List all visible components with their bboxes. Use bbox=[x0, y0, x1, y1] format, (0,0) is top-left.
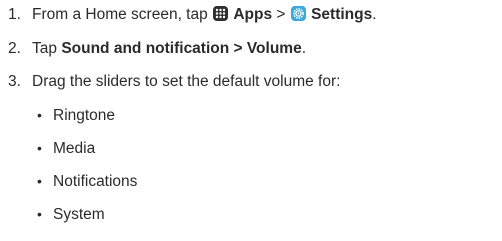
list-item: • System bbox=[37, 205, 105, 224]
step-number: 2. bbox=[8, 40, 21, 57]
list-item-label: Media bbox=[53, 140, 96, 157]
step-2: 2. Tap Sound and notification > Volume. bbox=[8, 40, 306, 58]
list-item: • Notifications bbox=[37, 172, 137, 191]
step-end: . bbox=[372, 6, 377, 23]
step-3: 3. Drag the sliders to set the default vo… bbox=[8, 73, 340, 91]
step-text: Drag the sliders to set the default volu… bbox=[32, 73, 341, 90]
bullet-icon: • bbox=[37, 206, 42, 222]
apps-grid-icon bbox=[213, 6, 229, 21]
step-text: From a Home screen, tap bbox=[32, 6, 213, 23]
list-item: • Ringtone bbox=[37, 106, 115, 125]
separator: > bbox=[272, 6, 290, 23]
menu-path: Sound and notification > Volume bbox=[61, 40, 302, 57]
bullet-icon: • bbox=[37, 140, 42, 156]
step-text: Tap bbox=[32, 40, 62, 57]
step-number: 3. bbox=[8, 73, 21, 90]
list-item-label: Ringtone bbox=[53, 107, 116, 124]
list-item-label: Notifications bbox=[53, 173, 138, 190]
step-number: 1. bbox=[8, 6, 21, 23]
step-end: . bbox=[301, 40, 307, 57]
bullet-icon: • bbox=[37, 173, 42, 189]
bullet-icon: • bbox=[37, 107, 42, 123]
step-1: 1. From a Home screen, tap Apps > Setting… bbox=[8, 6, 377, 24]
list-item: • Media bbox=[37, 139, 95, 158]
settings-label: Settings bbox=[311, 6, 373, 23]
list-item-label: System bbox=[53, 206, 105, 223]
settings-gear-icon bbox=[290, 6, 306, 21]
apps-label: Apps bbox=[233, 6, 273, 23]
instructions-document: 1. From a Home screen, tap Apps > Setting… bbox=[0, 0, 502, 241]
